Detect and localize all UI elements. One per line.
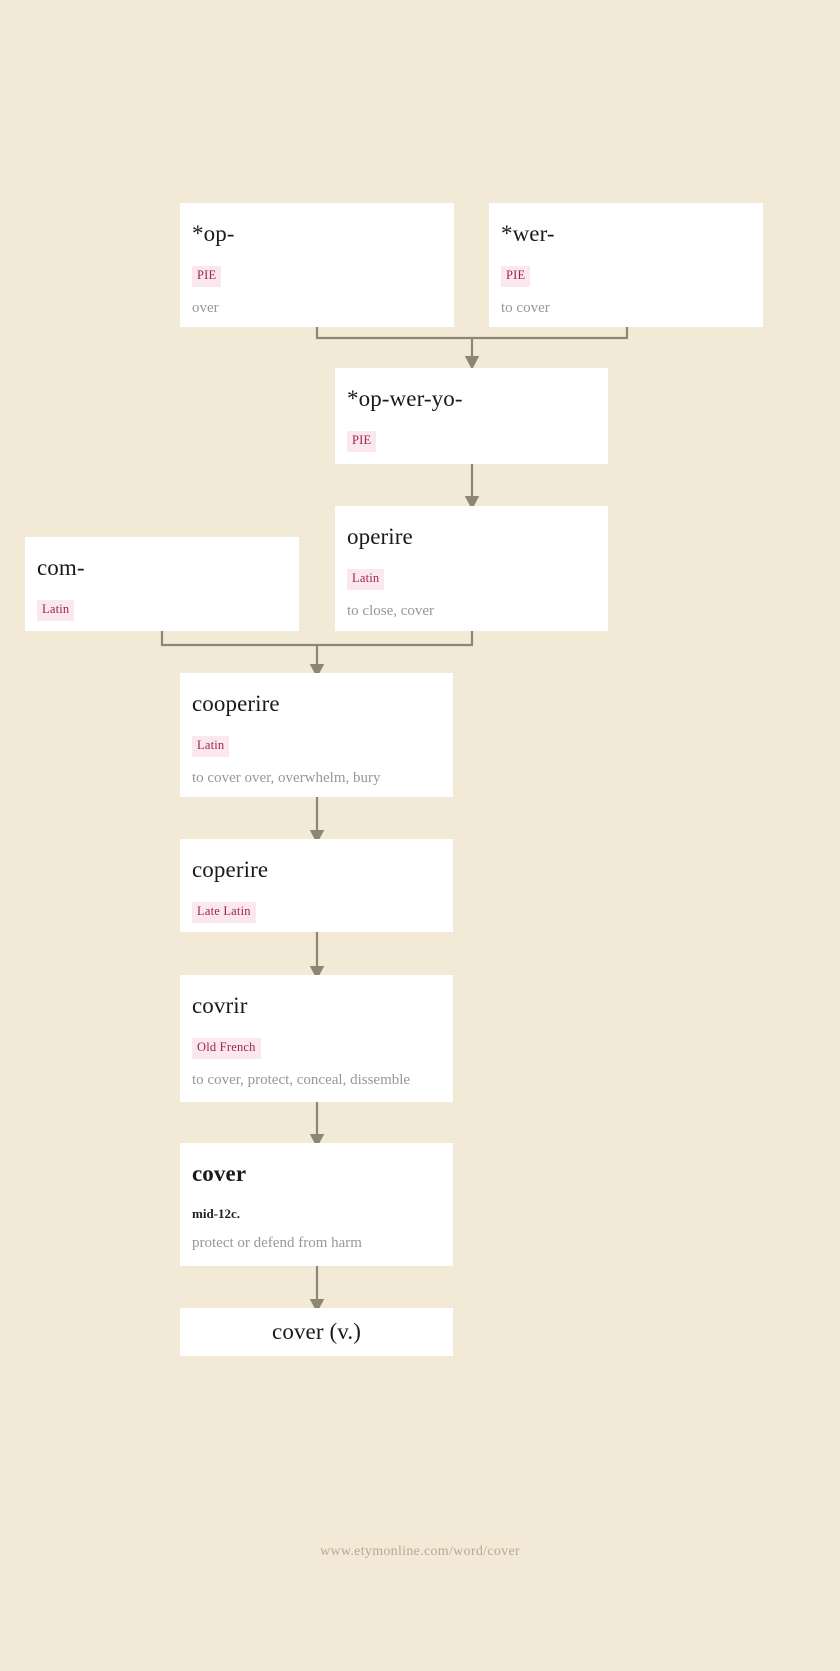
language-badge: Old French <box>192 1038 261 1059</box>
node-operire-badge-row: Latin <box>347 569 596 590</box>
language-badge: Late Latin <box>192 902 256 923</box>
language-badge: PIE <box>347 431 377 452</box>
node-com-title: com- <box>37 555 85 580</box>
node-coperire-badge-row: Late Latin <box>192 902 441 923</box>
node-op-wer-yo[interactable]: *op-wer-yo- PIE <box>335 368 608 464</box>
node-cover-v[interactable]: cover (v.) <box>180 1308 453 1356</box>
node-op-wer-yo-badge-row: PIE <box>347 431 596 452</box>
node-op-badge-row: PIE <box>192 266 442 287</box>
node-cover-title: cover <box>192 1161 247 1186</box>
language-badge: Latin <box>192 736 230 757</box>
node-wer-badge-row: PIE <box>501 266 751 287</box>
node-coperire[interactable]: coperire Late Latin <box>180 839 453 932</box>
node-com[interactable]: com- Latin <box>25 537 299 631</box>
node-cooperire[interactable]: cooperire Latin to cover over, overwhelm… <box>180 673 453 797</box>
node-op-gloss: over <box>192 299 219 316</box>
language-badge: Latin <box>37 600 75 621</box>
node-operire[interactable]: operire Latin to close, cover <box>335 506 608 631</box>
node-cooperire-gloss: to cover over, overwhelm, bury <box>192 769 381 786</box>
node-covrir-gloss: to cover, protect, conceal, dissemble <box>192 1071 411 1088</box>
node-covrir[interactable]: covrir Old French to cover, protect, con… <box>180 975 453 1102</box>
language-badge: PIE <box>192 266 222 287</box>
node-wer-gloss: to cover <box>501 299 550 316</box>
node-wer-title: *wer- <box>501 221 555 246</box>
node-covrir-badge-row: Old French <box>192 1038 441 1059</box>
language-badge: Latin <box>347 569 385 590</box>
node-cover-v-title: cover (v.) <box>272 1319 361 1345</box>
node-op-title: *op- <box>192 221 235 246</box>
node-cover-gloss: protect or defend from harm <box>192 1234 362 1251</box>
etymology-tree-canvas: *op- PIE over *wer- PIE to cover *op-wer… <box>0 0 840 1671</box>
node-covrir-title: covrir <box>192 993 248 1018</box>
node-operire-gloss: to close, cover <box>347 602 435 619</box>
language-badge: PIE <box>501 266 531 287</box>
node-op[interactable]: *op- PIE over <box>180 203 454 327</box>
node-operire-title: operire <box>347 524 413 549</box>
node-com-badge-row: Latin <box>37 600 287 621</box>
node-cover[interactable]: cover mid-12c. protect or defend from ha… <box>180 1143 453 1266</box>
node-cover-date: mid-12c. <box>192 1206 241 1222</box>
node-cooperire-badge-row: Latin <box>192 736 441 757</box>
source-url-footer: www.etymonline.com/word/cover <box>320 1544 520 1559</box>
node-coperire-title: coperire <box>192 857 269 882</box>
node-cooperire-title: cooperire <box>192 691 280 716</box>
node-wer[interactable]: *wer- PIE to cover <box>489 203 763 327</box>
node-op-wer-yo-title: *op-wer-yo- <box>347 386 463 411</box>
